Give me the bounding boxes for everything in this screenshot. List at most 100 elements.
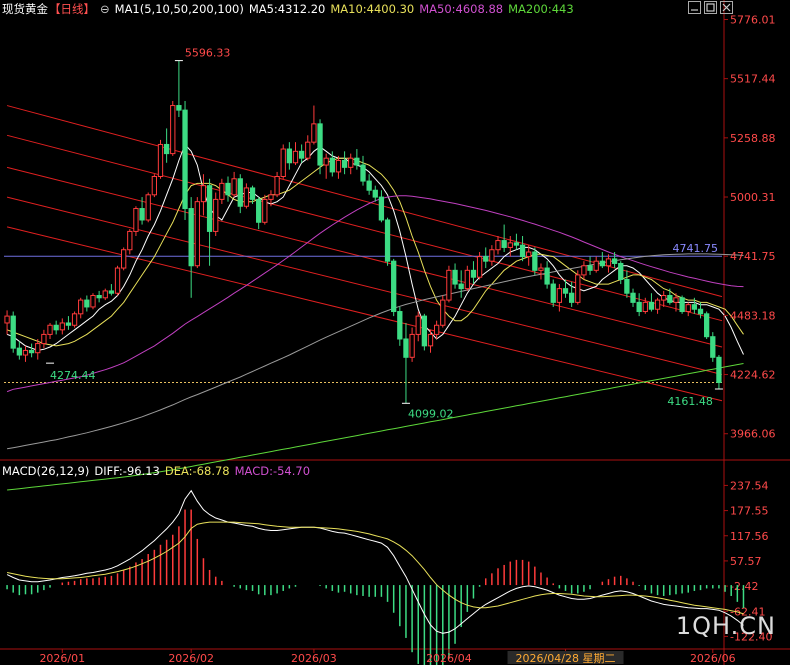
candle[interactable] [231,171,237,198]
candle[interactable] [298,144,305,163]
candle[interactable] [176,60,182,117]
close-icon[interactable] [720,1,733,14]
candle[interactable] [562,279,569,298]
candle[interactable] [22,345,29,362]
candle[interactable] [114,265,121,296]
candle[interactable] [372,185,378,202]
candle[interactable] [157,139,164,179]
candle[interactable] [446,265,452,303]
candle[interactable] [170,100,176,156]
candle[interactable] [90,293,96,310]
candle[interactable] [421,313,428,351]
candle[interactable] [41,329,47,349]
candle[interactable] [391,258,397,317]
candle[interactable] [206,178,213,266]
candle[interactable] [145,192,151,223]
candle[interactable] [16,341,22,360]
candle[interactable] [476,252,483,280]
candle[interactable] [630,288,636,307]
candle[interactable] [341,151,348,175]
candle[interactable] [163,128,170,163]
candle[interactable] [225,176,231,202]
minimize-icon[interactable] [688,1,701,14]
candle[interactable] [636,293,642,317]
candle[interactable] [256,197,262,230]
candle[interactable] [71,311,78,328]
candle[interactable] [53,320,59,335]
candle[interactable] [219,178,225,204]
candle[interactable] [335,155,342,179]
candle[interactable] [262,194,268,225]
candle[interactable] [667,288,673,305]
candle[interactable] [415,311,421,342]
candle[interactable] [495,236,501,255]
candle[interactable] [311,105,317,145]
candle[interactable] [403,322,409,404]
candle[interactable] [648,293,655,312]
candle[interactable] [433,320,440,339]
candle[interactable] [556,284,563,312]
candle[interactable] [618,261,624,285]
candle[interactable] [458,270,464,298]
maximize-icon[interactable] [704,1,717,14]
candle[interactable] [605,254,612,273]
candle[interactable] [483,247,489,269]
candle[interactable] [280,144,286,179]
candle[interactable] [59,318,65,335]
candle[interactable] [274,171,280,198]
candle[interactable] [78,297,84,319]
candle[interactable] [84,295,90,312]
candle[interactable] [593,256,599,273]
candle[interactable] [710,332,716,362]
candle[interactable] [348,153,354,175]
candle[interactable] [96,290,102,303]
candle[interactable] [243,183,250,209]
candle[interactable] [360,155,366,186]
candle[interactable] [102,288,108,301]
candle[interactable] [127,229,133,255]
collapse-icon[interactable]: ⊖ [100,2,110,16]
candle[interactable] [464,265,470,291]
candle[interactable] [654,297,661,314]
candle[interactable] [397,306,403,346]
candle[interactable] [575,270,581,305]
candle[interactable] [599,252,605,269]
candle[interactable] [544,261,550,289]
candle[interactable] [685,302,691,317]
candle[interactable] [532,247,538,275]
candle[interactable] [28,343,35,358]
candle[interactable] [704,311,710,339]
candle[interactable] [151,174,157,198]
candle[interactable] [587,256,593,275]
candle[interactable] [538,263,544,280]
candle[interactable] [624,270,630,298]
candle[interactable] [200,174,207,216]
candle[interactable] [133,206,139,236]
candle[interactable] [661,290,667,307]
candle[interactable] [323,153,329,179]
price-chart[interactable]: 5596.33 4274.44 4099.02 4161.48 4741.75 5776… [0,0,790,665]
candle[interactable] [452,263,458,289]
candle[interactable] [679,295,685,314]
candle[interactable] [366,174,372,195]
candle[interactable] [194,197,200,269]
candle[interactable] [292,142,299,166]
candle[interactable] [121,247,127,271]
candle[interactable] [384,217,391,266]
candle[interactable] [108,284,115,296]
candle[interactable] [354,149,360,170]
candle[interactable] [489,245,495,266]
candle[interactable] [213,192,219,236]
candle[interactable] [519,236,526,262]
candle[interactable] [10,311,16,353]
candle[interactable] [182,100,188,220]
candle[interactable] [470,261,477,285]
candle[interactable] [581,261,587,280]
candle[interactable] [305,135,311,161]
candle[interactable] [716,355,722,390]
candle[interactable] [237,174,243,214]
candle[interactable] [65,316,72,330]
candle[interactable] [188,197,194,298]
candle[interactable] [440,295,446,328]
candle[interactable] [378,190,385,223]
